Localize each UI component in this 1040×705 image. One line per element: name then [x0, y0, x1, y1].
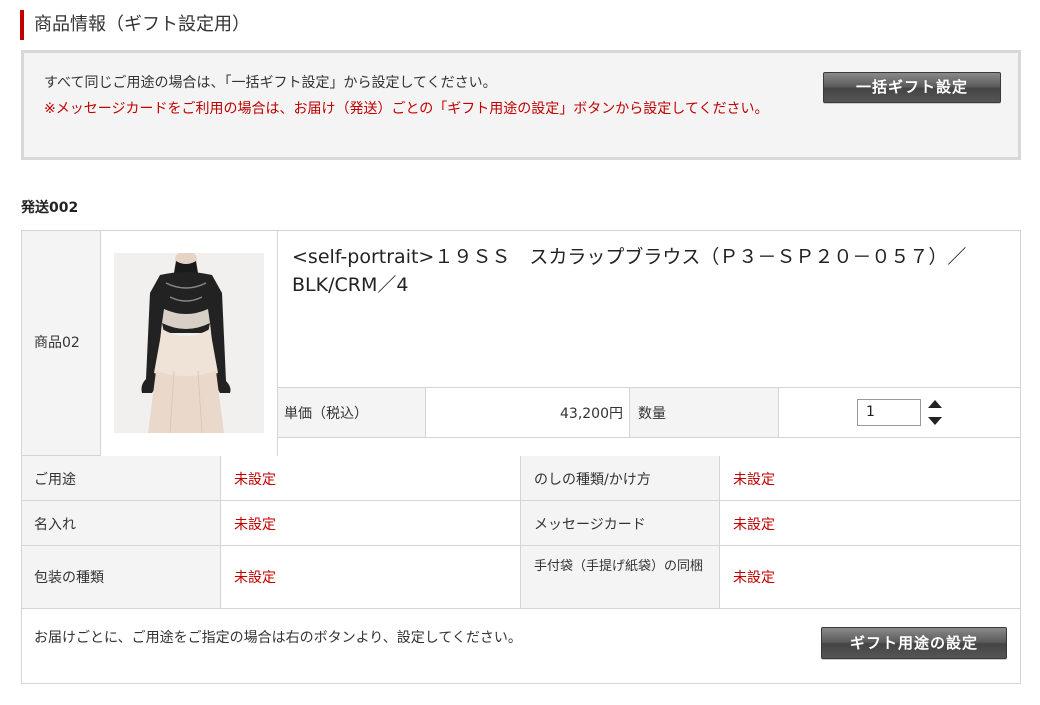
gift-row-label: 手付袋（手提げ紙袋）の同梱	[521, 546, 720, 609]
gift-row-label: のしの種類/かけ方	[521, 456, 720, 501]
price-label-cell: 単価（税込）	[278, 387, 426, 438]
gift-row-value: 未設定	[221, 546, 521, 609]
shipment-table: 商品02 <self-portrait>１９ＳＳ スカラップブラウス（Ｐ３－ＳＰ…	[21, 230, 1021, 684]
price-value: 43,200円	[560, 406, 623, 422]
section-title: 商品情報（ギフト設定用）	[20, 10, 250, 40]
gift-purpose-settings-button[interactable]: ギフト用途の設定	[821, 627, 1007, 659]
product-name: <self-portrait>１９ＳＳ スカラップブラウス（Ｐ３－ＳＰ２０－０５…	[292, 246, 967, 296]
quantity-label: 数量	[638, 406, 666, 422]
gift-row-value: 未設定	[221, 501, 521, 546]
product-image[interactable]	[114, 253, 264, 433]
gift-row-value: 未設定	[720, 456, 1020, 501]
gift-row-label: 名入れ	[22, 501, 221, 546]
item-label: 商品02	[34, 335, 80, 351]
quantity-label-cell: 数量	[630, 387, 779, 438]
quantity-increase-icon[interactable]	[928, 400, 942, 408]
quantity-input[interactable]: 1	[857, 399, 921, 426]
shipment-label: 発送002	[21, 200, 79, 216]
gift-row-value: 未設定	[221, 456, 521, 501]
price-value-cell: 43,200円	[426, 387, 630, 438]
gift-row-label: ご用途	[22, 456, 221, 501]
bulk-gift-notice: すべて同じご用途の場合は、「一括ギフト設定」から設定してください。 ※メッセージ…	[21, 50, 1021, 160]
price-label: 単価（税込）	[284, 406, 368, 422]
notice-warning-text: ※メッセージカードをご利用の場合は、お届け（発送）ごとの「ギフト用途の設定」ボタ…	[44, 101, 769, 117]
gift-row-label: メッセージカード	[521, 501, 720, 546]
item-label-cell: 商品02	[22, 231, 101, 456]
bulk-gift-settings-button[interactable]: 一括ギフト設定	[823, 72, 1001, 103]
quantity-decrease-icon[interactable]	[928, 417, 942, 425]
gift-row-label: 包装の種類	[22, 546, 221, 609]
notice-text: すべて同じご用途の場合は、「一括ギフト設定」から設定してください。	[44, 75, 497, 91]
gift-footer-text: お届けごとに、ご用途をご指定の場合は右のボタンより、設定してください。	[34, 630, 522, 646]
blouse-image-icon	[114, 253, 264, 433]
gift-row-value: 未設定	[720, 501, 1020, 546]
gift-row-value: 未設定	[720, 546, 1020, 609]
